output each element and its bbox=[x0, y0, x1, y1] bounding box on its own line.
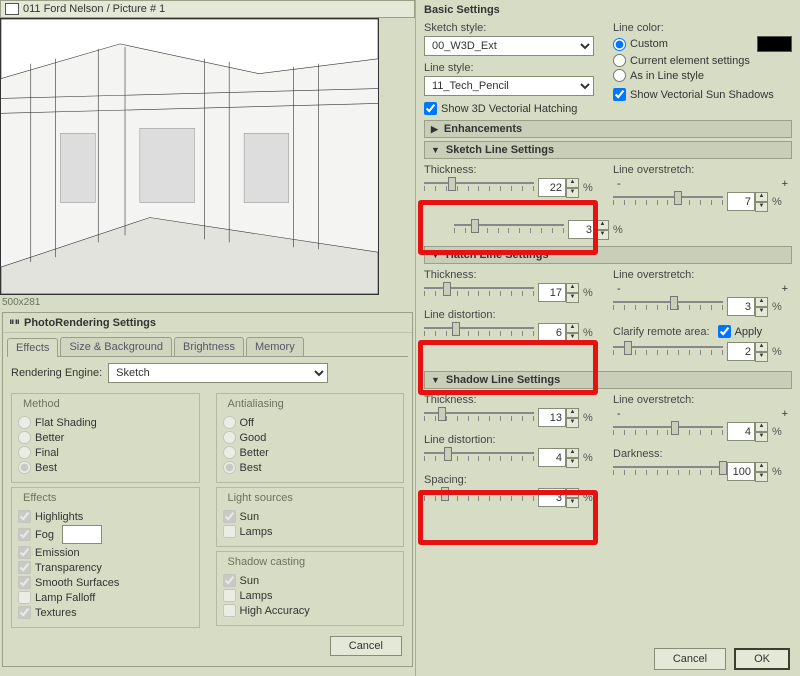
hatch-distortion-slider[interactable]: ▲▼% bbox=[424, 323, 603, 343]
hatch-thickness-slider[interactable]: ▲▼% bbox=[424, 283, 603, 303]
show-sunshadow-check[interactable] bbox=[613, 88, 626, 101]
method-flat[interactable] bbox=[18, 416, 31, 429]
hatch-clarify-slider[interactable]: ▲▼% bbox=[613, 342, 792, 362]
aa-best[interactable] bbox=[223, 461, 236, 474]
shadow-spacing-slider[interactable]: ▲▼% bbox=[424, 488, 603, 508]
fog-value[interactable] bbox=[62, 525, 102, 544]
dialog-tabs: Effects Size & Background Brightness Mem… bbox=[7, 337, 408, 357]
engine-label: Rendering Engine: bbox=[11, 367, 102, 379]
fx-smooth[interactable] bbox=[18, 576, 31, 589]
sketch-thickness-slider[interactable]: ▲▼% bbox=[424, 178, 603, 198]
linecolor-current[interactable] bbox=[613, 54, 626, 67]
fx-highlights[interactable] bbox=[18, 510, 31, 523]
shadow-hiacc[interactable] bbox=[223, 604, 236, 617]
sketch-overstretch-slider[interactable]: ▲▼% bbox=[613, 192, 792, 212]
window-title: 011 Ford Nelson / Picture # 1 bbox=[23, 3, 165, 15]
enhancements-header[interactable]: ▶Enhancements bbox=[424, 120, 792, 138]
antialias-fieldset: Antialiasing Off Good Better Best bbox=[216, 393, 405, 483]
method-final[interactable] bbox=[18, 446, 31, 459]
aa-better[interactable] bbox=[223, 446, 236, 459]
shadow-darkness-slider[interactable]: ▲▼% bbox=[613, 462, 792, 482]
fx-transparency[interactable] bbox=[18, 561, 31, 574]
fx-emission[interactable] bbox=[18, 546, 31, 559]
sketchline-header[interactable]: ▼Sketch Line Settings bbox=[424, 141, 792, 159]
hatchline-header[interactable]: ▼Hatch Line Settings bbox=[424, 246, 792, 264]
fx-textures[interactable] bbox=[18, 606, 31, 619]
photorender-cancel-button[interactable]: Cancel bbox=[330, 636, 402, 656]
window-icon bbox=[5, 3, 19, 15]
hatch-overstretch-slider[interactable]: ▲▼% bbox=[613, 297, 792, 317]
tab-memory[interactable]: Memory bbox=[246, 337, 304, 356]
tab-brightness[interactable]: Brightness bbox=[174, 337, 244, 356]
shadow-sun[interactable] bbox=[223, 574, 236, 587]
ok-button[interactable]: OK bbox=[734, 648, 790, 670]
fx-lamp-falloff[interactable] bbox=[18, 591, 31, 604]
shadowline-header[interactable]: ▼Shadow Line Settings bbox=[424, 371, 792, 389]
photorendering-dialog: ⏸⏸ PhotoRendering Settings Effects Size … bbox=[2, 312, 413, 667]
light-sun[interactable] bbox=[223, 510, 236, 523]
rendering-engine-select[interactable]: Sketch bbox=[108, 363, 328, 383]
line-style-select[interactable]: 11_Tech_Pencil bbox=[424, 76, 594, 96]
effects-fieldset: Effects Highlights Fog Emission Transpar… bbox=[11, 487, 200, 628]
color-swatch[interactable] bbox=[757, 36, 792, 52]
shadow-overstretch-slider[interactable]: ▲▼% bbox=[613, 422, 792, 442]
fx-fog[interactable] bbox=[18, 528, 31, 541]
aa-off[interactable] bbox=[223, 416, 236, 429]
cancel-button[interactable]: Cancel bbox=[654, 648, 726, 670]
dialog-icon: ⏸⏸ bbox=[9, 316, 20, 329]
tab-size-background[interactable]: Size & Background bbox=[60, 337, 172, 356]
light-lamps[interactable] bbox=[223, 525, 236, 538]
shadow-thickness-slider[interactable]: ▲▼% bbox=[424, 408, 603, 428]
method-best[interactable] bbox=[18, 461, 31, 474]
shadow-distortion-slider[interactable]: ▲▼% bbox=[424, 448, 603, 468]
linecolor-style[interactable] bbox=[613, 69, 626, 82]
sketch-style-select[interactable]: 00_W3D_Ext bbox=[424, 36, 594, 56]
shadow-fieldset: Shadow casting Sun Lamps High Accuracy bbox=[216, 551, 405, 626]
aa-good[interactable] bbox=[223, 431, 236, 444]
preview-titlebar: 011 Ford Nelson / Picture # 1 bbox=[0, 0, 415, 18]
preview-dimensions: 500x281 bbox=[2, 297, 415, 308]
light-fieldset: Light sources Sun Lamps bbox=[216, 487, 405, 547]
clarify-apply-check[interactable] bbox=[718, 325, 731, 338]
dialog-title: PhotoRendering Settings bbox=[24, 317, 156, 329]
linecolor-custom[interactable] bbox=[613, 38, 626, 51]
shadow-lamps[interactable] bbox=[223, 589, 236, 602]
basic-settings-header: Basic Settings bbox=[424, 4, 500, 16]
sketch-distortion-slider[interactable]: ▲▼% bbox=[454, 220, 792, 240]
show-hatching-check[interactable] bbox=[424, 102, 437, 115]
render-preview bbox=[0, 18, 379, 295]
method-better[interactable] bbox=[18, 431, 31, 444]
tab-effects[interactable]: Effects bbox=[7, 338, 58, 357]
method-fieldset: Method Flat Shading Better Final Best bbox=[11, 393, 200, 483]
